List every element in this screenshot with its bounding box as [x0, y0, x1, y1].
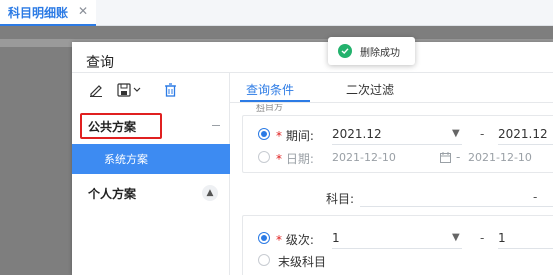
query-panel: 查询条件 二次过滤 科目方案 * 期间: 2021.12 ▼ - 2021.12…	[230, 73, 553, 275]
success-toast: 删除成功	[328, 37, 415, 65]
date-label: * 日期:	[276, 152, 314, 166]
subject-scheme-label: 科目方案	[256, 104, 284, 112]
toast-text: 删除成功	[360, 47, 400, 59]
underline	[332, 144, 462, 145]
subject-range-dash: -	[533, 190, 538, 204]
level-from-select[interactable]: 1	[332, 231, 340, 245]
date-from-input[interactable]: 2021-12-10	[332, 151, 396, 164]
scheme-toolbar	[72, 73, 230, 107]
date-radio[interactable]	[258, 151, 270, 163]
scheme-panel: 公共方案 系统方案 个人方案 ▲	[72, 73, 230, 275]
tab-secondary-filter[interactable]: 二次过滤	[346, 81, 394, 98]
tab-label: 科目明细账	[8, 5, 69, 20]
divider-mark	[212, 125, 220, 126]
calendar-icon[interactable]	[440, 152, 451, 163]
period-from-select[interactable]: 2021.12	[332, 127, 382, 141]
period-radio[interactable]	[258, 128, 270, 140]
range-dash: -	[456, 150, 461, 164]
range-dash: -	[480, 231, 485, 245]
close-icon[interactable]: ✕	[78, 4, 88, 18]
underline	[498, 144, 553, 145]
dialog-title: 查询	[86, 55, 114, 71]
save-dropdown-icon[interactable]	[116, 81, 144, 99]
date-to-input[interactable]: 2021-12-10	[468, 151, 532, 164]
tab-subject-ledger[interactable]: 科目明细账 ✕	[0, 0, 96, 26]
collapse-icon[interactable]: ▲	[202, 185, 218, 201]
leaf-subject-label: 末级科目	[278, 255, 327, 269]
personal-scheme-group[interactable]: 个人方案	[88, 185, 136, 202]
public-scheme-group[interactable]: 公共方案	[80, 113, 162, 139]
delete-icon[interactable]	[160, 81, 180, 99]
check-circle-icon	[338, 44, 352, 58]
chevron-down-icon[interactable]: ▼	[452, 232, 460, 243]
level-label: * 级次:	[276, 233, 314, 247]
edit-icon[interactable]	[86, 81, 106, 99]
period-to-select[interactable]: 2021.12	[498, 127, 548, 141]
tab-query-conditions[interactable]: 查询条件	[246, 81, 294, 98]
subject-label: 科目:	[326, 192, 355, 206]
period-label: * 期间:	[276, 129, 314, 143]
underline	[332, 248, 462, 249]
scheme-item-label: 系统方案	[104, 153, 148, 166]
query-tabs: 查询条件 二次过滤	[230, 73, 553, 103]
leaf-subject-radio[interactable]	[258, 254, 270, 266]
chevron-down-icon[interactable]: ▼	[452, 128, 460, 139]
subject-input[interactable]	[360, 206, 553, 207]
underline	[498, 248, 553, 249]
query-dialog: 查询 公共方案 系统方案 个人方案 ▲ 查询条件 二次过滤 科目方 * 期间: …	[72, 42, 553, 275]
tab-bar: 科目明细账 ✕	[0, 0, 553, 26]
level-to-select[interactable]: 1	[498, 231, 506, 245]
level-radio[interactable]	[258, 232, 270, 244]
public-scheme-label: 公共方案	[88, 119, 137, 134]
range-dash: -	[480, 127, 485, 141]
active-tab-indicator	[240, 100, 310, 102]
scheme-item-system[interactable]: 系统方案	[72, 144, 230, 174]
